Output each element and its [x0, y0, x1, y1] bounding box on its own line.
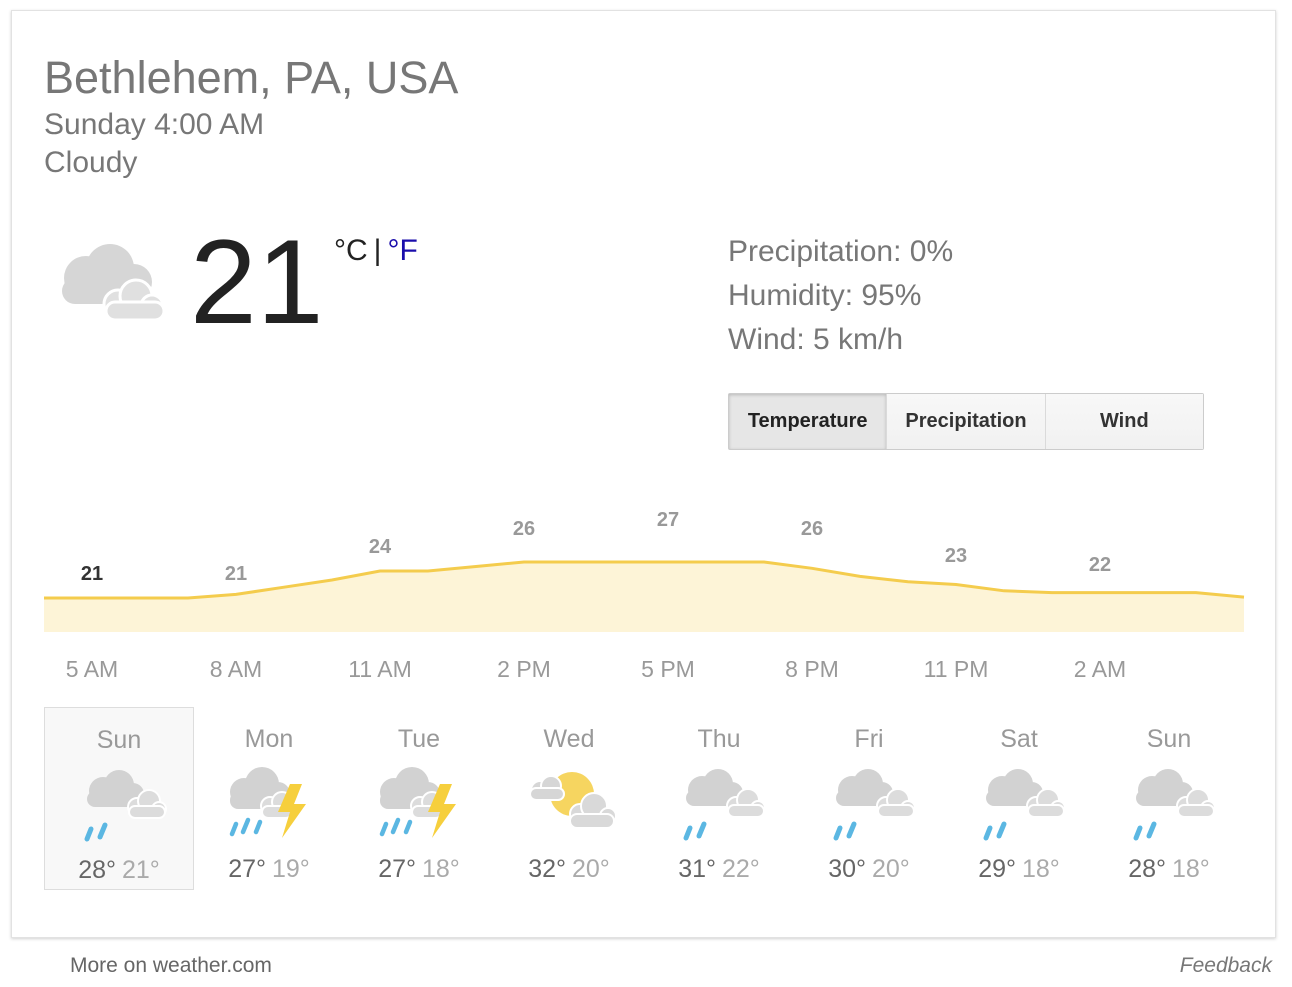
temperature-label: 21 [225, 563, 247, 585]
day-high: 30° [828, 855, 866, 883]
forecast-day[interactable]: Sun 28° 21° [44, 707, 194, 890]
hour-label: 8 PM [785, 656, 839, 682]
day-high: 27° [228, 855, 266, 883]
forecast-day[interactable]: Sun 28° 18° [1094, 707, 1244, 890]
day-name: Sun [1146, 725, 1192, 753]
day-temps: 27° 19° [194, 855, 344, 884]
temperature-label: 23 [945, 545, 967, 567]
current-temperature: 21 [190, 215, 324, 349]
day-name: Fri [854, 725, 884, 753]
hour-label: 5 AM [65, 656, 119, 682]
temperature-label: 27 [657, 509, 679, 531]
day-temps: 30° 20° [794, 855, 944, 884]
thunderstorm-icon [374, 762, 466, 842]
day-temps: 28° 21° [45, 856, 193, 885]
day-name: Thu [697, 725, 741, 753]
forecast-day[interactable]: Sat 29° 18° [944, 707, 1094, 890]
tab-wind[interactable]: Wind [1044, 394, 1203, 449]
more-on-weather-link[interactable]: More on weather.com [70, 954, 272, 978]
forecast-day[interactable]: Tue 27° 18° [344, 707, 494, 890]
day-name: Sat [1000, 725, 1038, 753]
wind-detail: Wind: 5 km/h [728, 323, 904, 356]
hour-label: 11 PM [923, 656, 989, 682]
weather-details: Precipitation: 0% Humidity: 95% Wind: 5 … [728, 230, 953, 362]
day-high: 28° [78, 856, 116, 884]
day-name: Tue [397, 725, 441, 753]
daily-forecast: Sun 28° 21° Mon 27° 19° Tue 27° 18° Wed 32°… [44, 707, 1244, 890]
day-temps: 32° 20° [494, 855, 644, 884]
feedback-link[interactable]: Feedback [1180, 954, 1272, 978]
day-high: 27° [378, 855, 416, 883]
cloudy-icon [62, 244, 166, 322]
thunderstorm-icon [224, 762, 316, 842]
hour-label: 2 AM [1073, 656, 1127, 682]
rain-icon [674, 762, 766, 842]
forecast-day[interactable]: Thu 31° 22° [644, 707, 794, 890]
temperature-label: 26 [801, 518, 823, 540]
hour-label: 8 AM [209, 656, 263, 682]
day-high: 29° [978, 855, 1016, 883]
day-name: Wed [543, 725, 595, 753]
unit-separator: | [373, 234, 382, 267]
temperature-label: 21 [81, 563, 103, 585]
day-high: 28° [1128, 855, 1166, 883]
rain-icon [75, 763, 167, 843]
temperature-label: 22 [1089, 554, 1111, 576]
forecast-day[interactable]: Mon 27° 19° [194, 707, 344, 890]
day-low: 18° [1022, 855, 1060, 883]
precipitation-detail: Precipitation: 0% [728, 235, 954, 268]
fahrenheit-link[interactable]: °F [387, 234, 417, 267]
temperature-chart: 21 21 24 26 27 26 23 22 [44, 509, 1245, 632]
day-temps: 27° 18° [344, 855, 494, 884]
hour-label: 2 PM [497, 656, 551, 682]
day-low: 20° [872, 855, 910, 883]
day-name: Mon [244, 725, 294, 753]
chart-tabs: Temperature Precipitation Wind [728, 393, 1204, 450]
temperature-label: 24 [369, 536, 392, 558]
day-low: 21° [122, 856, 160, 884]
celsius-unit[interactable]: °C [334, 234, 368, 267]
day-temps: 31° 22° [644, 855, 794, 884]
day-temps: 28° 18° [1094, 855, 1244, 884]
datetime-label: Sunday 4:00 AM [44, 108, 265, 141]
rain-icon [974, 762, 1066, 842]
day-low: 18° [422, 855, 460, 883]
day-temps: 29° 18° [944, 855, 1094, 884]
rain-icon [1124, 762, 1216, 842]
tab-precipitation[interactable]: Precipitation [886, 394, 1045, 449]
day-name: Sun [96, 726, 142, 754]
forecast-day[interactable]: Fri 30° 20° [794, 707, 944, 890]
location-title: Bethlehem, PA, USA [44, 52, 459, 103]
day-low: 19° [272, 855, 310, 883]
hour-axis: 5 AM 8 AM 11 AM 2 PM 5 PM 8 PM 11 PM 2 AM [0, 656, 1292, 686]
day-low: 20° [572, 855, 610, 883]
day-high: 31° [678, 855, 716, 883]
humidity-detail: Humidity: 95% [728, 279, 922, 312]
day-high: 32° [528, 855, 566, 883]
forecast-day[interactable]: Wed 32° 20° [494, 707, 644, 890]
hour-label: 5 PM [641, 656, 695, 682]
rain-icon [824, 762, 916, 842]
unit-toggle: °C | °F [334, 234, 418, 268]
day-low: 18° [1172, 855, 1210, 883]
tab-temperature[interactable]: Temperature [729, 394, 887, 449]
condition-label: Cloudy [44, 146, 138, 179]
day-low: 22° [722, 855, 760, 883]
hour-label: 11 AM [348, 656, 412, 682]
temperature-label: 26 [513, 518, 535, 540]
partly-cloudy-icon [529, 771, 616, 829]
